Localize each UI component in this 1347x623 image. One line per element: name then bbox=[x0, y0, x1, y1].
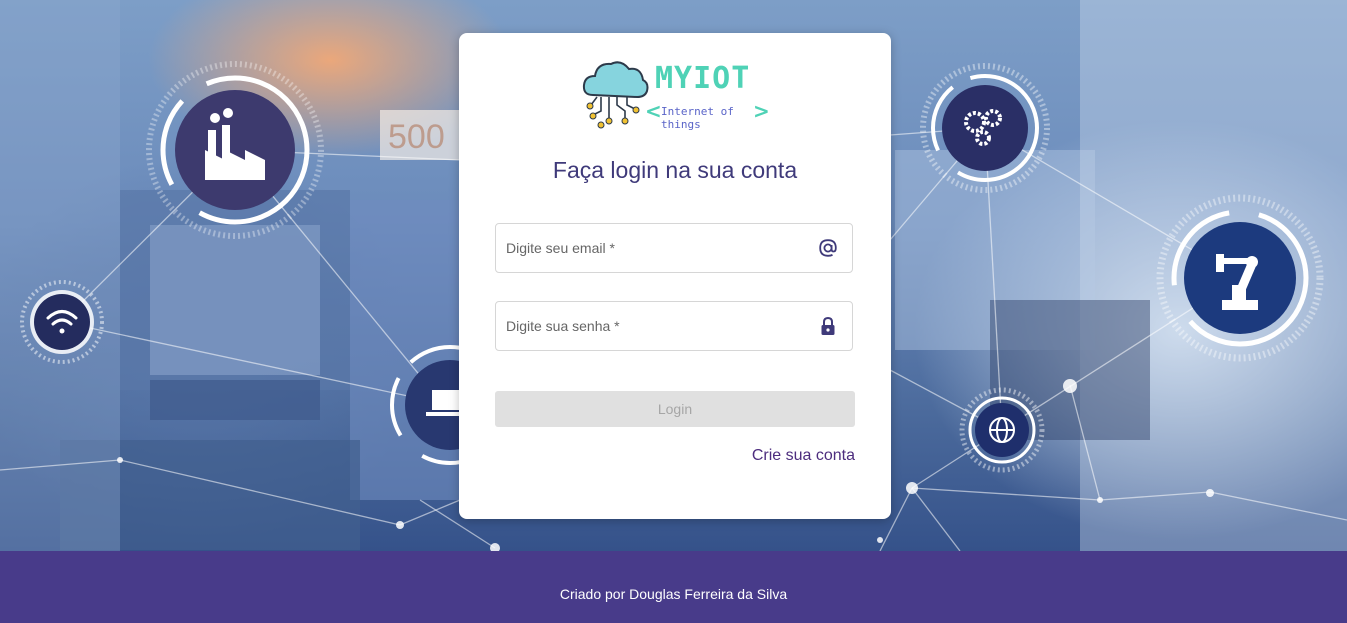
create-account-link[interactable]: Crie sua conta bbox=[752, 447, 855, 465]
footer: Criado por Douglas Ferreira da Silva bbox=[0, 551, 1347, 623]
password-field[interactable] bbox=[495, 301, 853, 351]
page-title: Faça login na sua conta bbox=[552, 157, 798, 183]
page: 500 MYIOT < Internet of things > Faça lo… bbox=[0, 0, 1347, 623]
chevron-right-icon: > bbox=[753, 99, 770, 123]
chevron-left-icon: < bbox=[645, 99, 662, 123]
login-button[interactable]: Login bbox=[495, 391, 855, 427]
email-field[interactable] bbox=[495, 223, 853, 273]
email-input[interactable] bbox=[496, 224, 852, 272]
cloud-circuit-icon bbox=[582, 61, 649, 129]
brand-logo: MYIOT < Internet of things > bbox=[581, 55, 771, 135]
password-input[interactable] bbox=[496, 302, 852, 350]
login-card: MYIOT < Internet of things > Faça login … bbox=[459, 33, 891, 519]
at-sign-icon bbox=[819, 239, 837, 257]
svg-text:500: 500 bbox=[388, 118, 445, 156]
lock-icon bbox=[821, 316, 835, 335]
footer-credit: Criado por Douglas Ferreira da Silva bbox=[559, 586, 788, 602]
brand-name: MYIOT bbox=[655, 61, 751, 96]
